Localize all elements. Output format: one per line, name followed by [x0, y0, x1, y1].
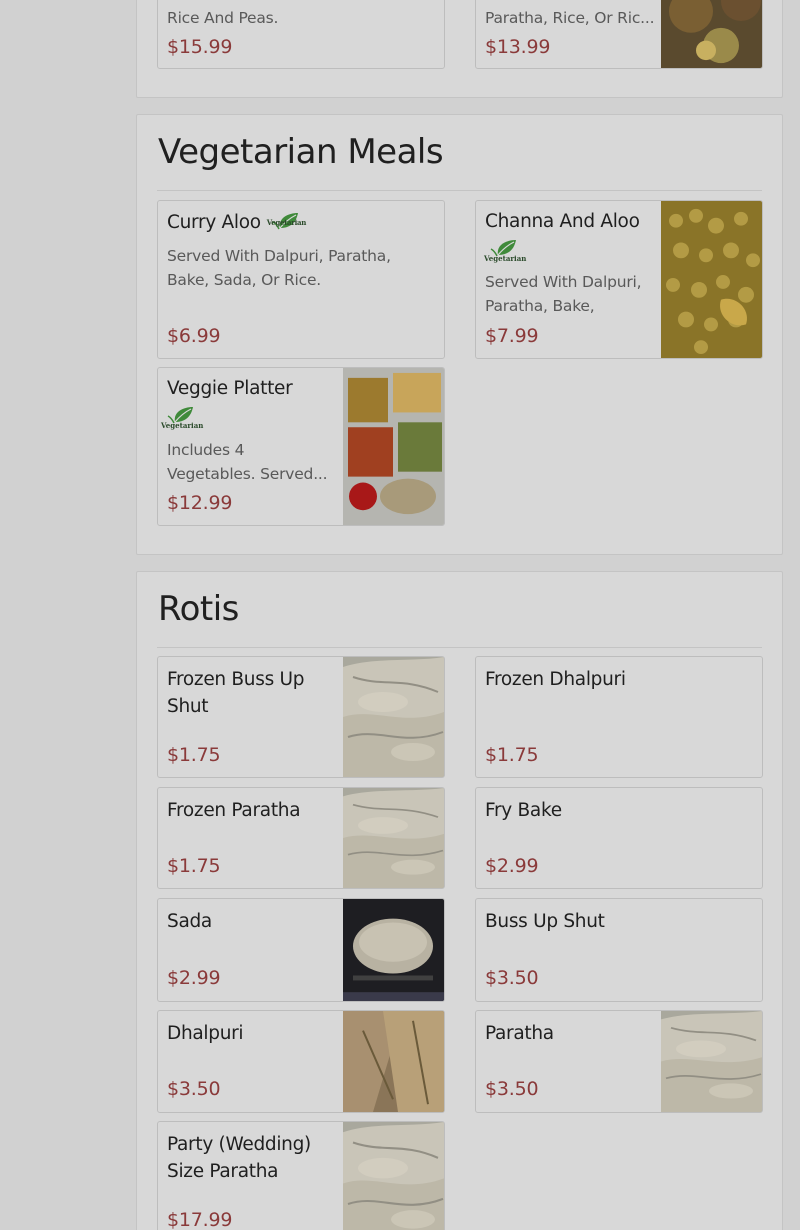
item-price: $17.99 — [167, 1209, 233, 1230]
vegetarian-label: Vegetarian — [266, 218, 307, 227]
item-photo — [343, 1011, 444, 1112]
item-description: Paratha, Rice, Or Ric... — [485, 9, 655, 27]
vegetarian-label: Vegetarian — [484, 254, 527, 263]
menu-item-paratha[interactable]: Paratha $3.50 — [475, 1010, 763, 1113]
item-price: $1.75 — [167, 744, 221, 766]
item-price: $3.50 — [485, 967, 539, 989]
menu-item-card[interactable]: Rice And Peas. $15.99 — [157, 0, 445, 69]
menu-item-buss-up-shut[interactable]: Buss Up Shut $3.50 — [475, 898, 763, 1002]
menu-item-card[interactable]: Paratha, Rice, Or Ric... $13.99 — [475, 0, 763, 69]
item-price: $6.99 — [167, 325, 221, 347]
menu-item-frozen-paratha[interactable]: Frozen Paratha $1.75 — [157, 787, 445, 889]
item-name: Party (Wedding) Size Paratha — [167, 1134, 311, 1182]
item-name: Frozen Paratha — [167, 800, 301, 821]
item-price: $2.99 — [167, 967, 221, 989]
item-price: $13.99 — [485, 36, 551, 58]
item-name: Frozen Dhalpuri — [485, 669, 626, 690]
menu-item-frozen-dhalpuri[interactable]: Frozen Dhalpuri $1.75 — [475, 656, 763, 778]
item-price: $3.50 — [167, 1078, 221, 1100]
menu-item-dhalpuri[interactable]: Dhalpuri $3.50 — [157, 1010, 445, 1113]
section-title: Vegetarian Meals — [158, 132, 444, 172]
item-name: Dhalpuri — [167, 1023, 244, 1044]
item-name: Veggie Platter — [167, 378, 293, 399]
item-photo — [343, 788, 444, 888]
divider — [157, 190, 762, 191]
item-description: Served With Dalpuri, Paratha, Bake, Sada… — [485, 273, 642, 315]
menu-item-curry-aloo[interactable]: Curry Aloo Vegetarian Served With Dalpur… — [157, 200, 445, 359]
item-photo — [343, 657, 444, 777]
item-photo — [343, 1122, 444, 1230]
item-price: $2.99 — [485, 855, 539, 877]
item-name: Curry Aloo — [167, 212, 261, 233]
menu-item-frozen-buss-up-shut[interactable]: Frozen Buss Up Shut $1.75 — [157, 656, 445, 778]
item-price: $1.75 — [485, 744, 539, 766]
item-price: $1.75 — [167, 855, 221, 877]
menu-item-channa-and-aloo[interactable]: Channa And Aloo Vegetarian Served With D… — [475, 200, 763, 359]
section-title: Rotis — [158, 589, 239, 629]
item-photo — [343, 899, 444, 1001]
vegetarian-leaf-icon: Vegetarian — [161, 404, 204, 430]
item-price: $3.50 — [485, 1078, 539, 1100]
item-name-row: Curry Aloo Vegetarian — [167, 209, 306, 236]
item-name: Channa And Aloo — [485, 211, 640, 232]
divider — [157, 647, 762, 648]
menu-item-party-wedding-size-paratha[interactable]: Party (Wedding) Size Paratha $17.99 — [157, 1121, 445, 1230]
vegetarian-leaf-icon: Vegetarian — [266, 210, 306, 236]
item-price: $7.99 — [485, 325, 539, 347]
section-previous: Rice And Peas. $15.99 Paratha, Rice, Or … — [136, 0, 783, 98]
item-photo — [661, 0, 762, 68]
item-name: Buss Up Shut — [485, 911, 605, 932]
item-description: Served With Dalpuri, Paratha, Bake, Sada… — [167, 247, 391, 289]
section-rotis: Rotis Frozen Buss Up Shut $1.75 Frozen D… — [136, 571, 783, 1230]
item-description: Includes 4 Vegetables. Served... — [167, 441, 328, 483]
item-photo — [343, 368, 444, 525]
menu-item-fry-bake[interactable]: Fry Bake $2.99 — [475, 787, 763, 889]
item-photo — [661, 201, 762, 358]
menu-item-veggie-platter[interactable]: Veggie Platter Vegetarian Includes 4 Veg… — [157, 367, 445, 526]
item-description: Rice And Peas. — [167, 9, 279, 27]
section-vegetarian-meals: Vegetarian Meals Curry Aloo Vegetarian S… — [136, 114, 783, 555]
vegetarian-label: Vegetarian — [161, 421, 204, 430]
item-name: Frozen Buss Up Shut — [167, 669, 305, 717]
menu-item-sada[interactable]: Sada $2.99 — [157, 898, 445, 1002]
item-price: $12.99 — [167, 492, 233, 514]
item-name: Paratha — [485, 1023, 554, 1044]
item-name: Fry Bake — [485, 800, 562, 821]
item-name: Sada — [167, 911, 212, 932]
item-photo — [661, 1011, 762, 1112]
vegetarian-leaf-icon: Vegetarian — [484, 237, 527, 263]
item-price: $15.99 — [167, 36, 233, 58]
